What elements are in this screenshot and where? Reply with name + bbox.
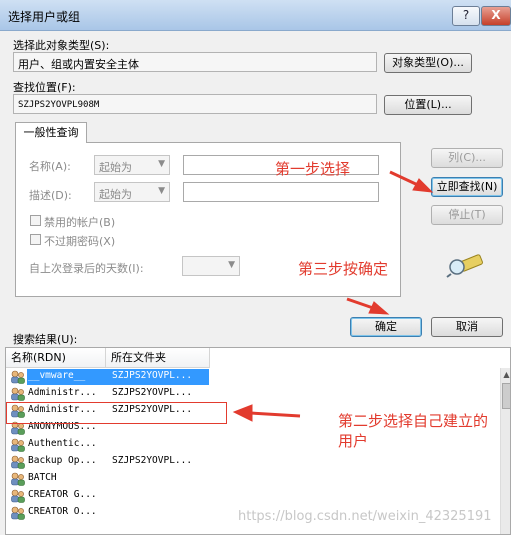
- description-match-value: 起始为: [99, 188, 132, 201]
- chevron-down-icon: ▼: [228, 260, 235, 270]
- name-match-combo[interactable]: 起始为 ▼: [94, 155, 170, 175]
- chevron-down-icon: ▼: [158, 186, 165, 196]
- select-users-or-groups-dialog: 选择用户或组 ? X 选择此对象类型(S): 用户、组或内置安全主体 对象类型(…: [0, 0, 511, 535]
- row-name: Authentic...: [28, 438, 97, 449]
- row-folder: SZJPS2YOVPL...: [112, 455, 193, 466]
- annotation-step3: 第三步按确定: [298, 260, 389, 278]
- disabled-accounts-label: 禁用的帐户(B): [44, 216, 116, 229]
- location-field: SZJPS2YOVPL908M: [13, 94, 377, 114]
- table-row[interactable]: CREATOR G...: [8, 488, 498, 505]
- row-name: CREATOR G...: [28, 489, 97, 500]
- non-expiring-password-label: 不过期密码(X): [44, 235, 116, 248]
- user-group-icon: [11, 506, 25, 520]
- search-results-label: 搜索结果(U):: [13, 333, 78, 346]
- object-type-field: 用户、组或内置安全主体: [13, 52, 377, 72]
- column-header-folder[interactable]: 所在文件夹: [106, 348, 210, 368]
- annotation-step1: 第一步选择: [275, 160, 351, 178]
- watermark: https://blog.csdn.net/weixin_42325191: [238, 509, 492, 524]
- user-group-icon: [11, 472, 25, 486]
- user-group-icon: [11, 438, 25, 452]
- row-name: Administr...: [28, 387, 97, 398]
- title-bar[interactable]: 选择用户或组 ? X: [0, 0, 511, 31]
- row-name: BATCH: [28, 472, 57, 483]
- user-group-icon: [11, 489, 25, 503]
- annotation-step2-line1: 第二步选择自己建立的: [338, 412, 489, 430]
- columns-button[interactable]: 列(C)...: [431, 148, 503, 168]
- annotation-step2-line2: 用户: [338, 432, 369, 450]
- help-button[interactable]: ?: [452, 6, 480, 26]
- tab-general-query[interactable]: 一般性查询: [15, 122, 87, 143]
- row-folder: SZJPS2YOVPL...: [112, 387, 193, 398]
- ok-button[interactable]: 确定: [350, 317, 422, 337]
- row-name: __vmware__: [28, 370, 86, 381]
- scroll-up-icon[interactable]: ▲: [501, 368, 510, 382]
- table-row[interactable]: BATCH: [8, 471, 498, 488]
- days-since-login-label: 自上次登录后的天数(I):: [29, 262, 144, 275]
- search-results-list[interactable]: 名称(RDN) 所在文件夹 __vmware__ SZJPS2YOVPL... Ad…: [5, 347, 511, 535]
- user-group-icon: [11, 370, 25, 384]
- object-types-button[interactable]: 对象类型(O)...: [384, 53, 472, 73]
- location-label: 查找位置(F):: [13, 81, 76, 94]
- row-name: CREATOR O...: [28, 506, 97, 517]
- find-now-button[interactable]: 立即查找(N): [431, 177, 503, 197]
- description-match-combo[interactable]: 起始为 ▼: [94, 182, 170, 202]
- chevron-down-icon: ▼: [158, 159, 165, 169]
- close-button[interactable]: X: [481, 6, 511, 26]
- row-folder: SZJPS2YOVPL...: [112, 370, 193, 381]
- scroll-thumb[interactable]: [502, 383, 510, 409]
- annotation-highlight-box: [6, 402, 227, 424]
- non-expiring-password-checkbox[interactable]: [30, 234, 41, 245]
- user-group-icon: [11, 387, 25, 401]
- object-type-label: 选择此对象类型(S):: [13, 39, 110, 52]
- table-row[interactable]: Backup Op... SZJPS2YOVPL...: [8, 454, 498, 471]
- stop-button[interactable]: 停止(T): [431, 205, 503, 225]
- vertical-scrollbar[interactable]: ▲: [500, 368, 510, 534]
- description-input[interactable]: [183, 182, 379, 202]
- table-row[interactable]: __vmware__ SZJPS2YOVPL...: [8, 369, 498, 386]
- user-group-icon: [11, 455, 25, 469]
- window-title: 选择用户或组: [8, 10, 81, 24]
- row-name: Backup Op...: [28, 455, 97, 466]
- name-match-value: 起始为: [99, 161, 132, 174]
- table-row[interactable]: Authentic...: [8, 437, 498, 454]
- search-flashlight-icon: [446, 254, 483, 278]
- days-since-login-combo[interactable]: ▼: [182, 256, 240, 276]
- arrow-to-ok-icon: [346, 297, 377, 311]
- locations-button[interactable]: 位置(L)...: [384, 95, 472, 115]
- description-label: 描述(D):: [29, 189, 72, 202]
- column-header-name[interactable]: 名称(RDN): [6, 348, 106, 368]
- name-label: 名称(A):: [29, 160, 71, 173]
- table-row[interactable]: Administr... SZJPS2YOVPL...: [8, 386, 498, 403]
- disabled-accounts-checkbox[interactable]: [30, 215, 41, 226]
- cancel-button[interactable]: 取消: [431, 317, 503, 337]
